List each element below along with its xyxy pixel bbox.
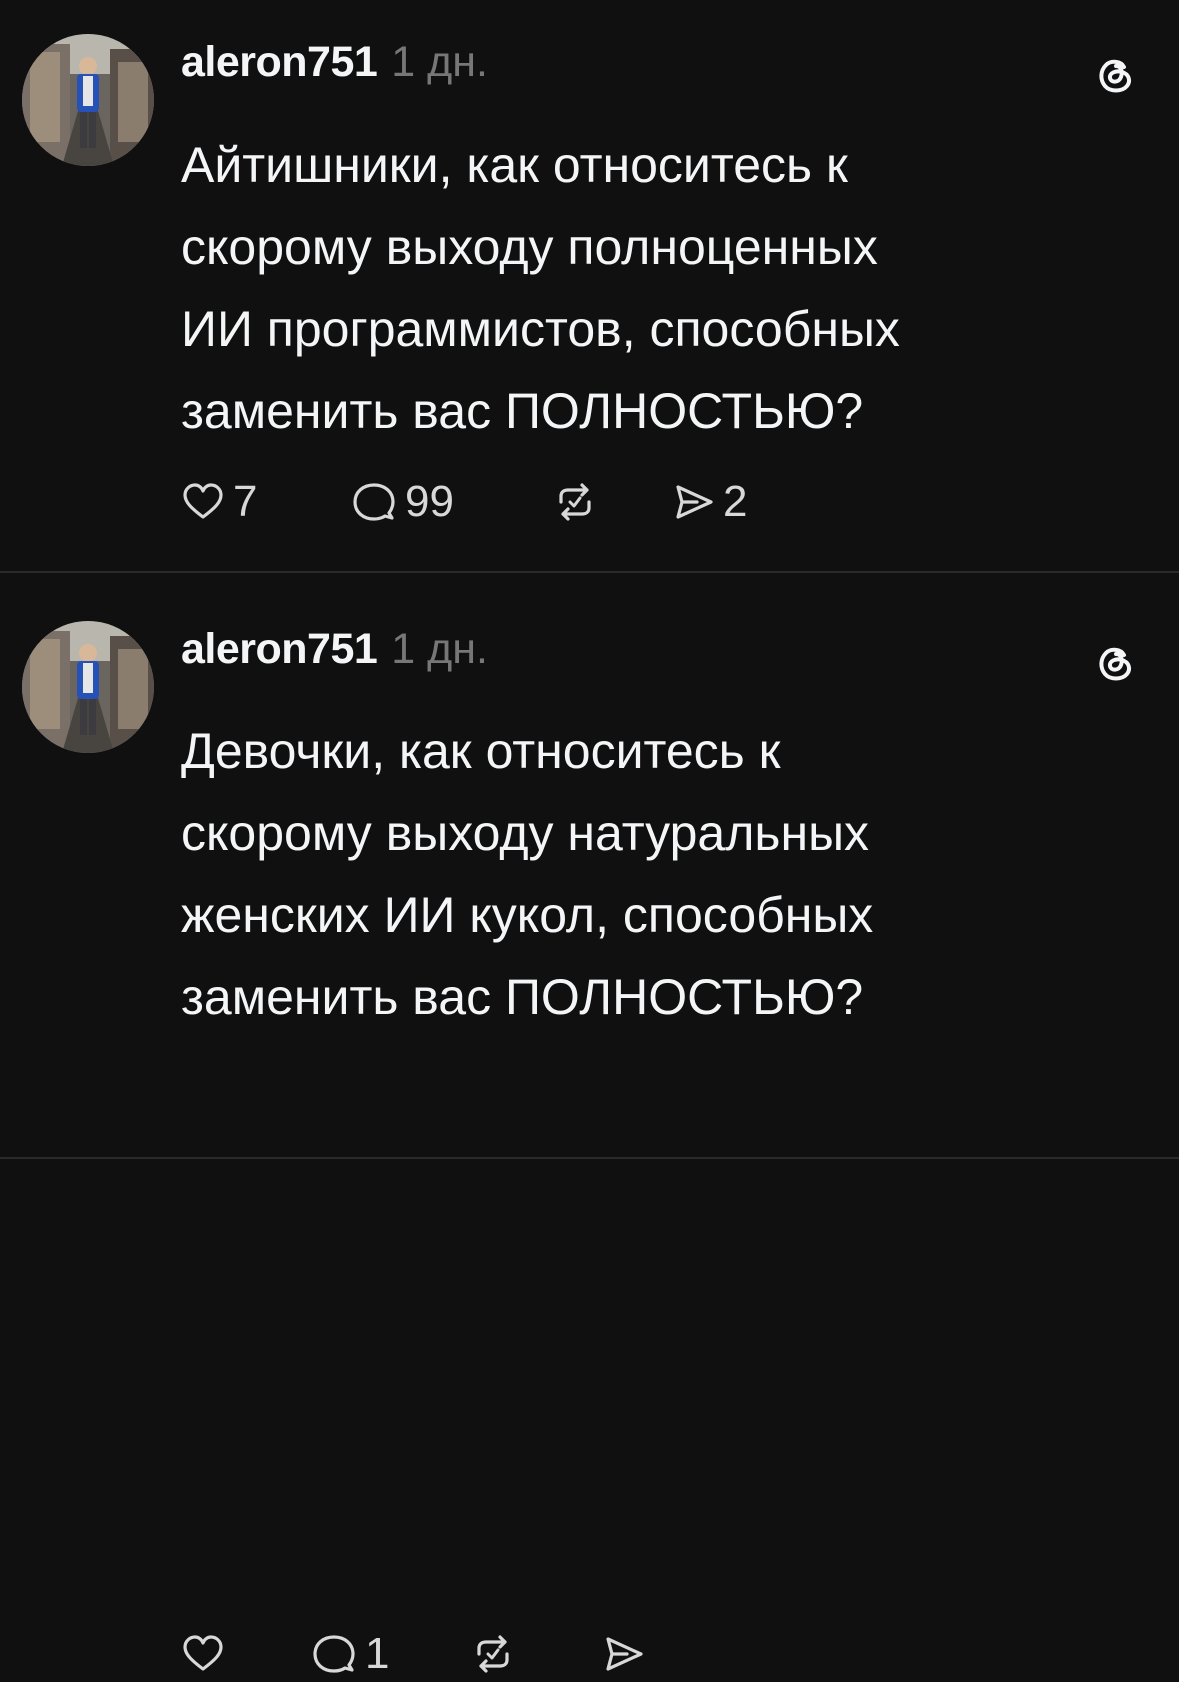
- post-header: aleron751 1 дн.: [181, 38, 488, 98]
- repost-button[interactable]: [471, 1632, 601, 1676]
- heart-icon: [183, 483, 223, 519]
- post-text-line: женских ИИ кукол, способных: [181, 887, 874, 943]
- share-button[interactable]: 2: [671, 477, 747, 527]
- thread-post[interactable]: aleron751 1 дн. Девочки, как относитесь …: [0, 573, 1179, 1678]
- reply-button[interactable]: 1: [311, 1629, 471, 1679]
- avatar[interactable]: [22, 621, 154, 753]
- comment-icon: [353, 483, 395, 521]
- post-text-line: Девочки, как относитесь к: [181, 723, 781, 779]
- heart-icon: [183, 1635, 223, 1671]
- threads-icon: [1099, 647, 1132, 681]
- share-button[interactable]: [601, 1632, 653, 1676]
- threads-icon: [1099, 59, 1132, 93]
- share-count: 2: [723, 477, 748, 526]
- repost-button[interactable]: [553, 480, 671, 524]
- post-actions: 7 99 2: [181, 474, 747, 530]
- post-header: aleron751 1 дн.: [181, 625, 488, 685]
- like-button[interactable]: [181, 1632, 311, 1676]
- post-text-line: заменить вас ПОЛНОСТЬЮ?: [181, 969, 864, 1025]
- like-button[interactable]: 7: [181, 477, 351, 527]
- username[interactable]: aleron751: [181, 38, 378, 87]
- post-text: Девочки, как относитесь к скорому выходу…: [181, 710, 1141, 1038]
- post-text-line: ИИ программистов, способных: [181, 301, 900, 357]
- reply-count: 1: [365, 1629, 390, 1678]
- repost-icon: [477, 1635, 509, 1673]
- thread-post[interactable]: aleron751 1 дн. Айтишники, как относитес…: [0, 0, 1179, 572]
- share-icon: [606, 1637, 643, 1671]
- like-count: 7: [233, 477, 258, 526]
- repost-icon: [559, 483, 591, 521]
- reply-count: 99: [405, 477, 454, 526]
- post-text: Айтишники, как относитесь к скорому выхо…: [181, 124, 1141, 452]
- post-text-line: скорому выходу полноценных: [181, 219, 878, 275]
- comment-icon: [313, 1635, 355, 1673]
- post-text-line: заменить вас ПОЛНОСТЬЮ?: [181, 383, 864, 439]
- share-icon: [676, 485, 713, 519]
- post-actions: 1: [181, 1626, 653, 1682]
- avatar[interactable]: [22, 34, 154, 166]
- post-time: 1 дн.: [391, 625, 488, 673]
- post-text-line: скорому выходу натуральных: [181, 805, 870, 861]
- username[interactable]: aleron751: [181, 625, 378, 674]
- post-text-line: Айтишники, как относитесь к: [181, 137, 848, 193]
- reply-button[interactable]: 99: [351, 477, 553, 527]
- divider: [0, 1157, 1179, 1159]
- post-time: 1 дн.: [391, 38, 488, 86]
